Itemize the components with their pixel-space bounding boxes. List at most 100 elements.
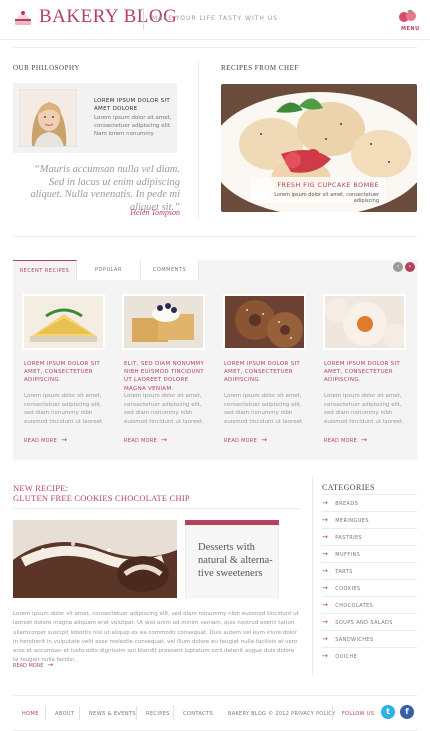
new-recipe-rule (13, 508, 301, 509)
site-tagline: MAKE YOUR LIFE TASTY WITH US (152, 15, 279, 22)
arrow-right-icon: → (47, 661, 54, 669)
cupcake-logo-icon[interactable] (13, 8, 33, 28)
arrow-right-icon: → (322, 618, 329, 626)
footer-nav-divider (136, 706, 137, 720)
category-label[interactable]: PASTRIES (335, 535, 362, 541)
new-recipe-highlight-text: Desserts with natural & alterna- tive sw… (198, 542, 273, 579)
read-more-link[interactable]: READ MORE → (24, 436, 67, 444)
chef-recipe-caption[interactable]: FRESH FIG CUPCAKE BOMBE Lorem ipsum dolo… (251, 177, 385, 204)
recipe-card-text: Lorem ipsum dolor sit amet, consectetuer… (324, 393, 404, 425)
recipe-card-image[interactable] (323, 294, 406, 350)
recipe-card-title[interactable]: LOREM IPSUM DOLOR SIT AMET, CONSECTETUER… (24, 360, 112, 385)
section-rule (13, 236, 417, 237)
philosophy-quote: “Mauris accumsan nulla vel diam. Sed in … (30, 164, 180, 213)
read-more-label[interactable]: READ MORE (324, 438, 357, 444)
arrow-right-icon: → (322, 635, 329, 643)
facebook-icon[interactable]: f (400, 705, 414, 719)
footer-copyright: BAKERY BLOG © 2012 PRIVACY POLICY (228, 711, 336, 717)
category-label[interactable]: QUICHE (335, 654, 357, 660)
twitter-icon[interactable]: t (381, 705, 395, 719)
recipe-card-title[interactable]: ELIT, SED DIAM NONUMMY NIBH EUISMOD TINC… (124, 360, 212, 393)
recipe-card-image[interactable] (22, 294, 105, 350)
philosophy-heading: LOREM IPSUM DOLOR SIT AMET DOLORE (94, 98, 171, 112)
category-label[interactable]: CHOCOLATES (335, 603, 373, 609)
read-more-label[interactable]: READ MORE (13, 663, 43, 669)
category-item[interactable]: → BREADS (322, 494, 417, 511)
tab-popular[interactable]: POPULAR (77, 260, 141, 280)
arrow-right-icon: → (361, 436, 368, 444)
new-recipe-image[interactable] (13, 520, 177, 598)
arrow-right-icon: → (322, 652, 329, 660)
category-label[interactable]: SANDWICHES (335, 637, 373, 643)
category-item[interactable]: → CHOCOLATES (322, 596, 417, 613)
new-recipe-title[interactable]: NEW RECIPE: GLUTEN FREE COOKIES CHOCOLAT… (13, 483, 190, 503)
menu-fruit-icon[interactable] (398, 9, 418, 23)
arrow-right-icon: → (322, 499, 329, 507)
recipe-card-text: Lorem ipsum dolor sit amet, consectetuer… (24, 393, 104, 425)
arrow-right-icon: → (322, 584, 329, 592)
category-item[interactable]: → COOKIES (322, 579, 417, 596)
footer-nav-divider (45, 706, 46, 720)
read-more-label[interactable]: READ MORE (224, 438, 257, 444)
philosophy-title: OUR PHILOSOPHY (13, 64, 81, 72)
category-label[interactable]: MERINGUES (335, 518, 369, 524)
category-item[interactable]: → QUICHE (322, 647, 417, 664)
category-item[interactable]: → SANDWICHES (322, 630, 417, 647)
footer-nav-divider (332, 706, 333, 720)
chef-caption-title[interactable]: FRESH FIG CUPCAKE BOMBE (257, 181, 379, 189)
chevron-left-icon[interactable]: ‹ (393, 262, 403, 272)
read-more-link[interactable]: READ MORE → (224, 436, 267, 444)
recipe-card-text: Lorem ipsum dolor sit amet, consectetuer… (224, 393, 304, 425)
categories-title: CATEGORIES (322, 483, 375, 492)
category-label[interactable]: MUFFINS (335, 552, 360, 558)
category-item[interactable]: → PASTRIES (322, 528, 417, 545)
philosophy-body: Lorem ipsum dolor sit amet, consectetuer… (94, 115, 172, 137)
quote-author: Helen Tompson (130, 208, 180, 217)
footer-nav-about[interactable]: ABOUT (55, 711, 74, 717)
header-rule (13, 47, 417, 48)
arrow-right-icon: → (161, 436, 168, 444)
category-item[interactable]: → SOUPS AND SALADS (322, 613, 417, 630)
new-recipe-title-line1: NEW RECIPE: (13, 483, 69, 493)
read-more-label[interactable]: READ MORE (124, 438, 157, 444)
tab-comments[interactable]: COMMENTS (141, 260, 199, 280)
arrow-right-icon: → (322, 601, 329, 609)
category-item[interactable]: → TARTS (322, 562, 417, 579)
recipe-card-title[interactable]: LOREM IPSUM DOLOR SIT AMET, CONSECTETUER… (324, 360, 412, 385)
chef-recipes-title: RECIPES FROM CHEF (221, 64, 299, 72)
footer-nav-divider (173, 706, 174, 720)
tab-recent-recipes[interactable]: RECENT RECIPES (13, 260, 77, 280)
header-divider (143, 8, 144, 30)
recipe-card-image[interactable] (223, 294, 306, 350)
footer-nav-news-events[interactable]: NEWS & EVENTS (89, 711, 136, 717)
category-item[interactable]: → MERINGUES (322, 511, 417, 528)
new-recipe-title-line2[interactable]: GLUTEN FREE COOKIES CHOCOLATE CHIP (13, 493, 190, 503)
recipe-card-text: Lorem ipsum dolor sit amet, consectetuer… (124, 393, 204, 425)
arrow-right-icon: → (322, 567, 329, 575)
arrow-right-icon: → (322, 533, 329, 541)
category-label[interactable]: TARTS (335, 569, 352, 575)
column-divider (198, 60, 199, 220)
footer-nav-home[interactable]: HOME (22, 711, 39, 717)
chef-caption-text: Lorem ipsum dolor sit amet, consectetuer… (274, 192, 379, 204)
arrow-right-icon: → (61, 436, 68, 444)
recipe-card-image[interactable] (122, 294, 205, 350)
footer-nav-contacts[interactable]: CONTACTS (183, 711, 213, 717)
read-more-label[interactable]: READ MORE (24, 438, 57, 444)
chevron-right-icon[interactable]: › (405, 262, 415, 272)
category-label[interactable]: BREADS (335, 501, 358, 507)
arrow-right-icon: → (261, 436, 268, 444)
column-divider (312, 476, 313, 676)
arrow-right-icon: → (322, 550, 329, 558)
recipe-card-title[interactable]: LOREM IPSUM DOLOR SIT AMET, CONSECTETUER… (224, 360, 312, 385)
footer-nav-recipes[interactable]: RECIPES (146, 711, 170, 717)
menu-label[interactable]: MENU (401, 26, 420, 32)
read-more-link[interactable]: READ MORE → (324, 436, 367, 444)
category-label[interactable]: COOKIES (335, 586, 360, 592)
new-recipe-body: Lorem ipsum dolor sit amet, consectetuer… (13, 611, 299, 664)
category-item[interactable]: → MUFFINS (322, 545, 417, 562)
arrow-right-icon: → (322, 516, 329, 524)
read-more-link[interactable]: READ MORE → (13, 661, 53, 669)
category-label[interactable]: SOUPS AND SALADS (335, 620, 393, 626)
read-more-link[interactable]: READ MORE → (124, 436, 167, 444)
